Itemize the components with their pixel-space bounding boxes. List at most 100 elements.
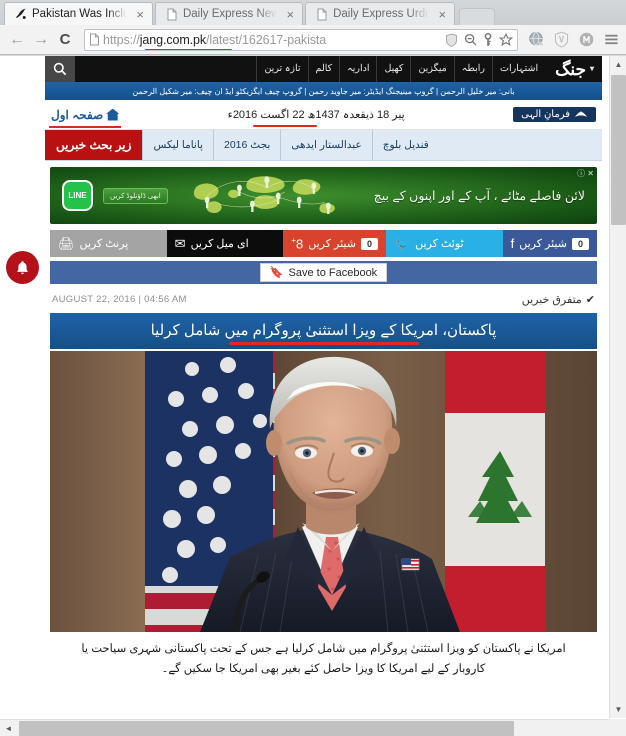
- ad-close-icon[interactable]: ⓘ ✕: [577, 168, 594, 179]
- globe-icon[interactable]: [528, 31, 545, 48]
- google-plus-icon: 8+: [291, 235, 304, 252]
- tab-title: Daily Express New: [182, 8, 280, 20]
- article-category-label: متفرق خبریں: [521, 294, 582, 306]
- site-logo[interactable]: جنگ ▾: [545, 61, 602, 78]
- facebook-icon: f: [510, 236, 515, 251]
- topnav-item-3[interactable]: کھیل: [376, 56, 410, 82]
- star-icon[interactable]: [499, 32, 513, 47]
- site-content-column: جنگ ▾ اشتہارات رابطہ میگزین کھیل اداریہ …: [45, 56, 602, 684]
- topnav-item-2[interactable]: میگزین: [410, 56, 453, 82]
- twitter-icon: 🐦: [393, 236, 411, 251]
- tab-strip: Pakistan Was Inclu × Daily Express New ×…: [0, 0, 626, 25]
- topnav-item-5[interactable]: کالم: [307, 56, 340, 82]
- share-email-label: ای میل کریں: [190, 238, 249, 250]
- print-label: پرنٹ کریں: [79, 238, 129, 250]
- tab-close-icon[interactable]: ×: [284, 8, 296, 21]
- url-text: https://jang.com.pk/latest/162617-pakist…: [103, 32, 327, 47]
- site-logo-text: جنگ: [555, 59, 586, 79]
- quran-icon: [575, 111, 587, 117]
- topnav-item-4[interactable]: اداریہ: [339, 56, 376, 82]
- trending-tags-bar: زیر بحث خبریں پاناما لیکس بجٹ 2016 عبدال…: [45, 130, 602, 161]
- page-info-icon[interactable]: [89, 33, 100, 46]
- share-googleplus-label: شیئر کریں: [308, 238, 356, 250]
- browser-tab-3[interactable]: Daily Express Urdu ×: [305, 2, 456, 25]
- scrollbar-corner: [609, 719, 626, 736]
- browser-tab-1[interactable]: Pakistan Was Inclu ×: [4, 2, 153, 25]
- topnav-item-1[interactable]: رابطہ: [453, 56, 492, 82]
- search-icon: [53, 62, 67, 76]
- tag-abdul-sattar-edhi[interactable]: عبدالستار ایدھی: [280, 130, 371, 160]
- topnav-item-0[interactable]: اشتہارات: [492, 56, 545, 82]
- horizontal-scrollbar-thumb[interactable]: [19, 721, 514, 736]
- print-button[interactable]: 🖨 پرنٹ کریں: [50, 230, 167, 257]
- site-masthead-credits: بانی: میر خلیل الرحمن | گروپ مینیجنگ ایڈ…: [45, 82, 602, 100]
- article-caption: امریکا نے پاکستان کو ویزا استثنیٰ پروگرا…: [81, 643, 566, 676]
- vertical-scrollbar-thumb[interactable]: [611, 75, 626, 225]
- shield-extension-icon[interactable]: [553, 31, 570, 48]
- advertisement-wrapper: ⓘ ✕ لائن فاصلے مٹائے ، آپ کے اور اپنوں ک…: [45, 161, 602, 228]
- printer-icon: 🖨: [58, 236, 75, 251]
- social-share-row: f شیئر کریں 0 🐦 ٹوئٹ کریں 8+ شیئر کریں 0…: [50, 230, 597, 257]
- topnav-item-6[interactable]: تازہ ترین: [256, 56, 307, 82]
- advertisement-banner[interactable]: ⓘ ✕ لائن فاصلے مٹائے ، آپ کے اور اپنوں ک…: [50, 167, 597, 224]
- m-circle-icon[interactable]: [578, 31, 595, 48]
- scroll-up-arrow-icon[interactable]: ▲: [610, 56, 626, 73]
- address-bar[interactable]: https://jang.com.pk/latest/162617-pakist…: [84, 28, 518, 51]
- back-button[interactable]: ←: [6, 29, 28, 51]
- tab-close-icon[interactable]: ×: [134, 8, 146, 21]
- article-meta-row: ✔ متفرق خبریں AUGUST 22, 2016 | 04:56 AM: [45, 284, 602, 313]
- ad-cta-label: ابھی ڈاؤنلوڈ کریں: [110, 192, 161, 200]
- share-twitter-button[interactable]: 🐦 ٹوئٹ کریں: [385, 230, 503, 257]
- home-icon: [106, 108, 120, 121]
- forward-button[interactable]: →: [30, 29, 52, 51]
- tab-title: Daily Express Urdu: [333, 8, 432, 20]
- share-facebook-count: 0: [571, 237, 589, 250]
- tag-qandeel-baloch[interactable]: قندیل بلوچ: [371, 130, 439, 160]
- tag-budget-2016[interactable]: بجٹ 2016: [212, 130, 280, 160]
- ad-cta-button[interactable]: ابھی ڈاؤنلوڈ کریں: [103, 187, 168, 204]
- shield-icon[interactable]: [445, 32, 458, 47]
- save-to-facebook-label: Save to Facebook: [288, 266, 378, 279]
- scroll-down-arrow-icon[interactable]: ▼: [610, 701, 626, 718]
- key-icon[interactable]: [483, 32, 493, 47]
- hijri-gregorian-date: پیر 18 ذیقعدہ 1437ھ 22 اگست 2016ء: [228, 108, 405, 127]
- browser-tab-2[interactable]: Daily Express New ×: [154, 2, 304, 25]
- zoom-out-icon[interactable]: [464, 33, 477, 46]
- article-photo: [50, 351, 597, 632]
- envelope-icon: ✉: [174, 236, 186, 251]
- notification-bell-button[interactable]: [6, 251, 39, 284]
- page-favicon-icon: [167, 8, 177, 20]
- share-facebook-label: شیئر کریں: [519, 238, 567, 250]
- tab-close-icon[interactable]: ×: [436, 8, 448, 21]
- new-tab-button[interactable]: [459, 8, 496, 25]
- scroll-left-arrow-icon[interactable]: ◄: [0, 720, 17, 736]
- home-link[interactable]: صفحہ اول: [49, 108, 122, 128]
- page-viewport: جنگ ▾ اشتہارات رابطہ میگزین کھیل اداریہ …: [0, 56, 626, 736]
- extension-icons: [524, 31, 620, 48]
- horizontal-scrollbar[interactable]: ◄ ►: [0, 719, 626, 736]
- save-to-facebook-button[interactable]: 🔖 Save to Facebook: [259, 263, 388, 282]
- farman-e-elahi-button[interactable]: فرمانِ الہی: [513, 107, 596, 122]
- menu-icon[interactable]: [603, 31, 620, 48]
- page-favicon-icon: [317, 8, 327, 20]
- article-date: AUGUST 22, 2016 | 04:56 AM: [52, 294, 187, 305]
- tag-panama-leaks[interactable]: پاناما لیکس: [142, 130, 213, 160]
- home-underline-annotation: [49, 125, 122, 128]
- article-category[interactable]: ✔ متفرق خبریں: [522, 293, 595, 306]
- chevron-down-icon[interactable]: ▾: [590, 65, 594, 73]
- share-facebook-button[interactable]: f شیئر کریں 0: [502, 230, 597, 257]
- site-search-button[interactable]: [45, 56, 75, 82]
- vertical-scrollbar[interactable]: ▲ ▼: [609, 56, 626, 718]
- bell-icon: [17, 260, 28, 274]
- bookmark-icon: 🔖: [269, 267, 284, 279]
- reload-button[interactable]: C: [54, 29, 76, 51]
- line-logo-icon: LINE: [62, 180, 93, 211]
- share-email-button[interactable]: ✉ ای میل کریں: [166, 230, 284, 257]
- share-twitter-label: ٹوئٹ کریں: [415, 238, 464, 250]
- article-headline-text: پاکستان، امریکا کے ویزا استثنیٰ پروگرام …: [150, 322, 497, 339]
- line-logo-text: LINE: [68, 191, 87, 200]
- share-googleplus-button[interactable]: 8+ شیئر کریں 0: [283, 230, 386, 257]
- tab-title: Pakistan Was Inclu: [32, 8, 130, 20]
- ad-world-map-graphic: [178, 170, 364, 222]
- browser-toolbar: ← → C https://jang.com.pk/latest/162617-…: [0, 25, 626, 55]
